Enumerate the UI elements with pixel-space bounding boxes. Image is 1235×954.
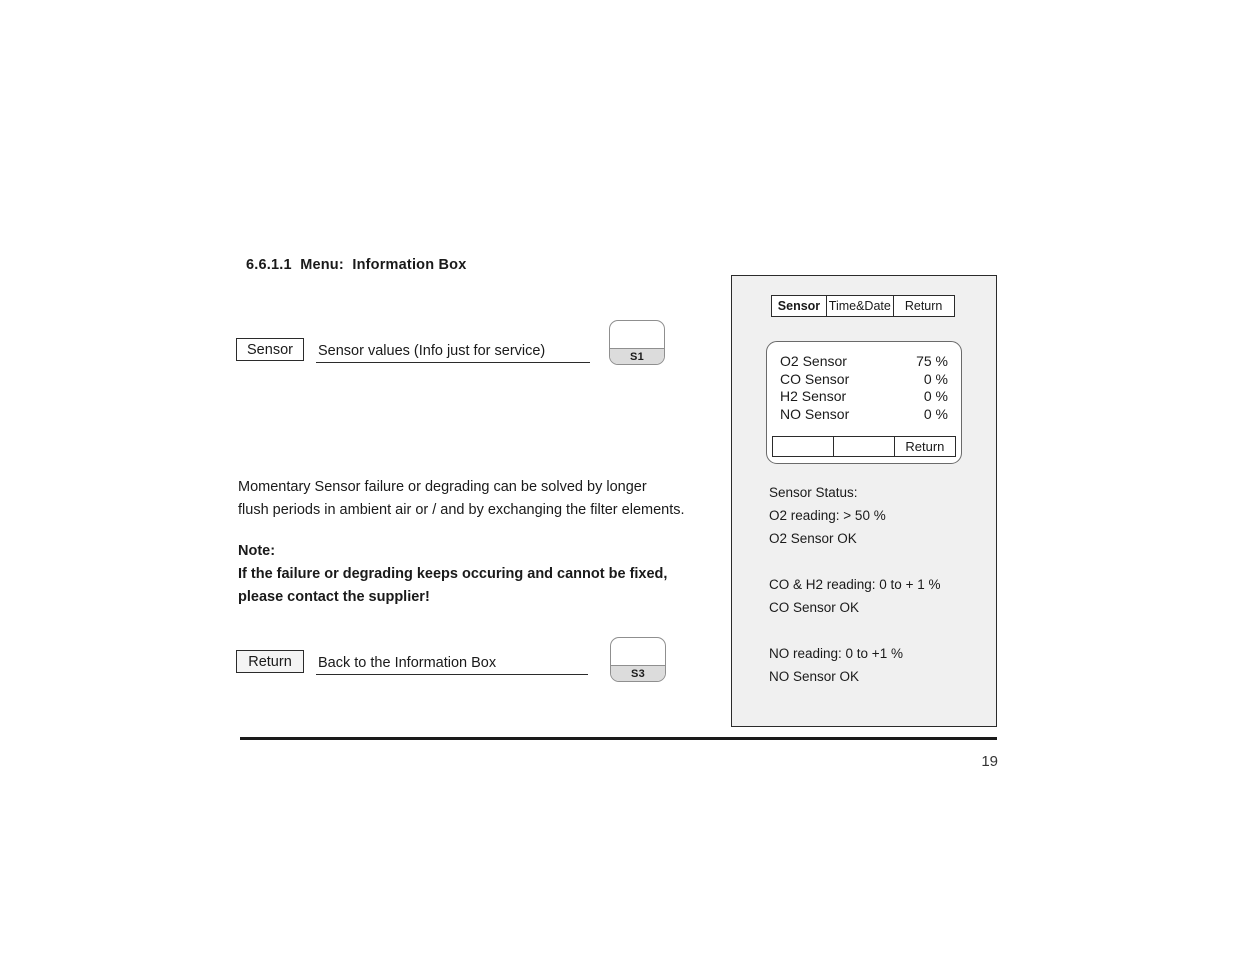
lcd-reading-label: H2 Sensor	[780, 388, 847, 404]
tab-sensor[interactable]: Sensor	[771, 295, 827, 317]
footer-divider	[240, 737, 997, 740]
note-block: Note: If the failure or degrading keeps …	[238, 540, 708, 609]
status-line: Sensor Status:	[769, 485, 858, 500]
lcd-reading-row: O2 Sensor 75 %	[780, 353, 948, 371]
device-screen-panel: Sensor Time&Date Return O2 Sensor 75 % C…	[731, 275, 997, 727]
page-title: 6.6.1.1 Menu: Information Box	[246, 257, 467, 273]
lcd-reading-row: CO Sensor 0 %	[780, 371, 948, 389]
status-line: O2 Sensor OK	[769, 531, 857, 546]
status-line: NO reading: 0 to +1 %	[769, 646, 903, 661]
status-line: CO Sensor OK	[769, 600, 860, 615]
hardware-button-s1[interactable]: S1	[609, 320, 665, 365]
manual-page: 6.6.1.1 Menu: Information Box Sensor Sen…	[0, 0, 1235, 954]
hardware-button-s1-label: S1	[610, 348, 664, 364]
lcd-reading-value: 0 %	[923, 405, 948, 422]
key-legend-row-sensor: Sensor Sensor values (Info just for serv…	[236, 338, 590, 363]
lcd-softkey-bar: Return	[772, 436, 957, 457]
body-paragraph-line: Momentary Sensor failure or degrading ca…	[238, 479, 647, 495]
lcd-reading-value: 75 %	[916, 353, 948, 369]
lcd-softkey-middle[interactable]	[832, 436, 896, 457]
sensor-status-group: NO reading: 0 to +1 % NO Sensor OK	[769, 642, 984, 688]
note-line: please contact the supplier!	[238, 589, 430, 605]
lcd-reading-value: 0 %	[923, 388, 948, 404]
sensor-status-group: CO & H2 reading: 0 to + 1 % CO Sensor OK	[769, 573, 984, 619]
sensor-status-text: Sensor Status: O2 reading: > 50 % O2 Sen…	[769, 481, 984, 688]
lcd-reading-row: H2 Sensor 0 %	[780, 388, 948, 406]
lcd-reading-value: 0 %	[923, 370, 948, 387]
hardware-button-s3[interactable]: S3	[610, 637, 666, 682]
status-line: O2 reading: > 50 %	[769, 508, 886, 523]
sensor-status-group: Sensor Status: O2 reading: > 50 % O2 Sen…	[769, 481, 984, 550]
lcd-softkey-right[interactable]: Return	[893, 436, 957, 457]
softkey-label-return[interactable]: Return	[236, 650, 304, 673]
note-line: If the failure or degrading keeps occuri…	[238, 566, 668, 582]
page-number: 19	[981, 753, 998, 770]
softkey-description-return: Back to the Information Box	[316, 650, 588, 675]
status-line: NO Sensor OK	[769, 669, 860, 684]
tab-return[interactable]: Return	[892, 295, 955, 317]
key-legend-row-return: Return Back to the Information Box	[236, 650, 588, 675]
device-tab-bar: Sensor Time&Date Return	[771, 295, 955, 317]
lcd-reading-label: O2 Sensor	[780, 353, 847, 369]
softkey-description-sensor: Sensor values (Info just for service)	[316, 338, 590, 363]
lcd-reading-label: CO Sensor	[780, 370, 850, 387]
lcd-reading-label: NO Sensor	[780, 405, 850, 422]
hardware-button-s3-label: S3	[611, 665, 665, 681]
lcd-softkey-left[interactable]	[772, 436, 835, 457]
softkey-label-sensor[interactable]: Sensor	[236, 338, 304, 361]
status-line: CO & H2 reading: 0 to + 1 %	[769, 577, 941, 592]
body-paragraph-line: flush periods in ambient air or / and by…	[238, 502, 685, 518]
body-paragraph: Momentary Sensor failure or degrading ca…	[238, 476, 708, 522]
note-heading: Note:	[238, 543, 276, 559]
lcd-reading-row: NO Sensor 0 %	[780, 406, 948, 424]
device-lcd-display: O2 Sensor 75 % CO Sensor 0 % H2 Sensor 0…	[766, 341, 962, 464]
tab-time-and-date[interactable]: Time&Date	[825, 295, 894, 317]
